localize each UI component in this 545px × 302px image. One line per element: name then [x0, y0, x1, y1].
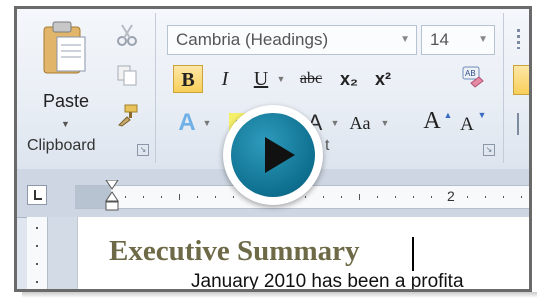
document-heading[interactable]: Executive Summary	[109, 235, 360, 268]
italic-button[interactable]: I	[213, 65, 237, 93]
indent-marker-icon[interactable]	[104, 180, 120, 216]
bold-button[interactable]: B	[173, 65, 203, 93]
strikethrough-button[interactable]: abc	[291, 65, 331, 93]
font-group-label: t	[325, 137, 330, 154]
font-size-combo[interactable]: 14 ▼	[421, 25, 495, 55]
frame-shadow	[22, 292, 537, 298]
document-body-line[interactable]: January 2010 has been a profita	[191, 271, 464, 289]
cut-icon[interactable]	[115, 23, 139, 47]
font-name-combo[interactable]: Cambria (Headings) ▼	[167, 25, 417, 55]
subscript-button[interactable]: x₂	[335, 65, 363, 93]
clear-formatting-icon[interactable]: AB	[461, 65, 485, 89]
group-divider	[155, 13, 156, 163]
ruler-mark: 2	[447, 188, 455, 204]
shrink-arrow-icon: ▼	[477, 110, 487, 120]
text-effects-icon[interactable]: A	[173, 109, 201, 137]
paragraph-handle-icon	[517, 29, 520, 49]
clipboard-launcher-icon[interactable]: ↘	[137, 144, 149, 156]
indent-icon[interactable]	[517, 113, 529, 135]
chevron-down-icon[interactable]: ▼	[201, 109, 213, 137]
change-case-button[interactable]: Aa	[343, 109, 377, 137]
paste-icon[interactable]	[41, 19, 87, 75]
paste-dropdown-icon[interactable]: ▼	[61, 119, 70, 129]
svg-text:AB: AB	[465, 69, 476, 78]
align-left-button[interactable]	[513, 65, 529, 95]
group-divider	[503, 13, 504, 163]
chevron-down-icon[interactable]: ▼	[478, 26, 488, 54]
format-painter-icon[interactable]	[115, 103, 139, 127]
superscript-button[interactable]: x²	[369, 65, 397, 93]
play-icon	[231, 113, 315, 197]
grow-arrow-icon: ▲	[443, 110, 453, 120]
chevron-down-icon[interactable]: ▼	[400, 26, 410, 54]
underline-button[interactable]: U	[249, 65, 273, 93]
shrink-font-button[interactable]: A	[457, 111, 477, 139]
grow-font-button[interactable]: A	[421, 107, 443, 135]
chevron-down-icon[interactable]: ▼	[329, 109, 341, 137]
play-button[interactable]	[223, 105, 323, 205]
font-size-value: 14	[430, 30, 449, 49]
chevron-down-icon[interactable]: ▼	[379, 109, 391, 137]
text-cursor	[412, 237, 414, 271]
clipboard-group-label: Clipboard	[27, 137, 96, 154]
play-triangle-icon	[265, 137, 295, 173]
tab-selector[interactable]	[27, 185, 47, 205]
paste-button[interactable]: Paste	[43, 91, 89, 112]
copy-icon[interactable]	[115, 63, 139, 87]
font-name-value: Cambria (Headings)	[176, 30, 329, 49]
underline-dropdown-icon[interactable]: ▼	[275, 65, 287, 93]
vertical-ruler[interactable]	[27, 217, 48, 289]
font-launcher-icon[interactable]: ↘	[483, 144, 495, 156]
